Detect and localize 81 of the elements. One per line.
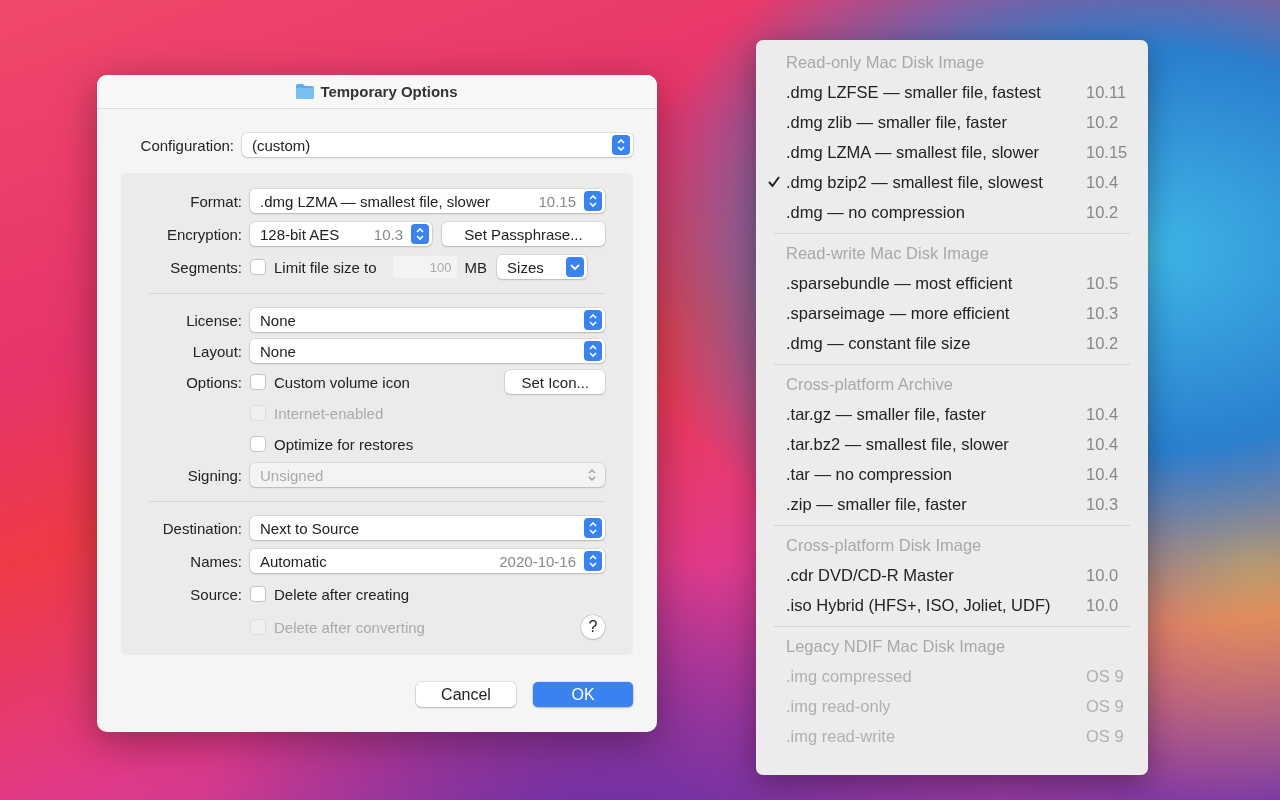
stepper-icon [584, 191, 602, 211]
field-label: Signing: [186, 466, 243, 484]
field-label: Configuration: [139, 136, 235, 154]
field-label: Destination: [161, 519, 243, 537]
checkmark-icon [768, 176, 780, 188]
checkbox-label: Limit file size to [274, 258, 377, 276]
menu-item[interactable]: .dmg zlib — smaller file, faster 10.2 [756, 107, 1148, 137]
field-label: Source: [189, 585, 243, 603]
stepper-icon [411, 224, 429, 244]
chevron-down-icon [566, 257, 585, 277]
checkbox-label: Delete after converting [274, 618, 425, 636]
menu-item: .img read-only OS 9 [785, 695, 1125, 717]
popup-value: .dmg LZMA — smallest file, slower [260, 192, 492, 210]
help-button[interactable]: ? [581, 615, 605, 639]
checkbox[interactable] [250, 259, 266, 275]
field-label: Names: [189, 552, 243, 570]
checkbox-label: Custom volume icon [274, 373, 410, 391]
menu-item: .img compressed OS 9 [785, 665, 1125, 687]
checkbox-label: Delete after creating [274, 585, 410, 603]
menu-item[interactable]: .sparseimage — more efficient 10.3 [756, 298, 1148, 328]
cancel-button[interactable]: Cancel [416, 682, 516, 707]
popup-value: None [260, 311, 297, 329]
field-label: Format: [189, 192, 243, 210]
menu-item[interactable]: .tar.gz — smaller file, faster 10.4 [756, 399, 1148, 429]
menu-item[interactable]: .zip — smaller file, faster 10.3 [756, 489, 1148, 519]
field-label: Segments: [169, 258, 243, 276]
ok-button[interactable]: OK [533, 682, 633, 707]
menu-item[interactable]: .tar.bz2 — smallest file, slower 10.4 [756, 429, 1148, 459]
window-title: Temporary Options [320, 83, 458, 100]
popup-value: (custom) [252, 136, 312, 154]
popup-value: None [260, 342, 297, 360]
popup-version: 2020-10-16 [499, 552, 576, 570]
menu-item[interactable]: .dmg LZFSE — smaller file, fastest 10.11 [756, 77, 1148, 107]
popup-button[interactable]: 128-bit AES 10.3 [250, 222, 432, 246]
popup-value: Automatic [260, 552, 328, 570]
unit-label: MB [464, 258, 488, 276]
stepper-icon [584, 518, 602, 538]
pulldown-value: Sizes [507, 258, 545, 276]
checkbox[interactable] [250, 436, 266, 452]
popup-version: 10.3 [373, 225, 403, 243]
field-label: License: [185, 311, 243, 329]
popup-button[interactable]: None [250, 308, 605, 332]
menu-item[interactable]: .dmg — constant file size 10.2 [756, 328, 1148, 358]
popup-button[interactable]: (custom) [242, 133, 633, 157]
menu-item[interactable]: .dmg bzip2 — smallest file, slowest 10.4 [756, 167, 1148, 197]
checkbox-label: Optimize for restores [274, 435, 414, 453]
menu-item[interactable]: .dmg — no compression 10.2 [756, 197, 1148, 227]
sizes-pulldown[interactable]: Sizes [497, 255, 588, 279]
menu-item[interactable]: .iso Hybrid (HFS+, ISO, Joliet, UDF) 10.0 [756, 590, 1148, 620]
checkbox[interactable] [250, 586, 266, 602]
menu-item: .img read-write OS 9 [785, 725, 1125, 747]
stepper-icon [612, 135, 630, 155]
field-label: Encryption: [165, 225, 243, 243]
stepper-icon [587, 467, 597, 483]
popup-button[interactable]: Next to Source [250, 516, 605, 540]
section-header: Cross-platform Archive [785, 374, 954, 395]
section-header: Legacy NDIF Mac Disk Image [785, 636, 1007, 657]
popup-button[interactable]: .dmg LZMA — smallest file, slower 10.15 [250, 189, 605, 213]
stepper-icon [584, 341, 602, 361]
menu-item[interactable]: .dmg LZMA — smallest file, slower 10.15 [756, 137, 1148, 167]
section-header: Cross-platform Disk Image [785, 535, 983, 556]
push-button[interactable]: Set Passphrase... [442, 222, 605, 246]
checkbox[interactable] [250, 374, 266, 390]
menu-item[interactable]: .tar — no compression 10.4 [756, 459, 1148, 489]
field-label: Options: [185, 373, 243, 391]
popup-value: Unsigned [260, 466, 325, 484]
stepper-icon [584, 310, 602, 330]
field-label: Layout: [191, 342, 243, 360]
popup-value: Next to Source [260, 519, 361, 537]
stepper-icon [584, 551, 602, 571]
popup-button[interactable]: None [250, 339, 605, 363]
menu-item[interactable]: .cdr DVD/CD-R Master 10.0 [756, 560, 1148, 590]
popup-button[interactable]: Automatic 2020-10-16 [250, 549, 605, 573]
push-button[interactable]: Set Icon... [505, 370, 605, 394]
folder-icon [296, 84, 315, 99]
popup-version: 10.15 [538, 192, 576, 210]
popup-value: 128-bit AES [260, 225, 341, 243]
section-header: Read-only Mac Disk Image [785, 52, 986, 73]
checkbox-label: Internet-enabled [274, 404, 384, 422]
menu-item[interactable]: .sparsebundle — most efficient 10.5 [756, 268, 1148, 298]
section-header: Read-write Mac Disk Image [785, 243, 990, 264]
